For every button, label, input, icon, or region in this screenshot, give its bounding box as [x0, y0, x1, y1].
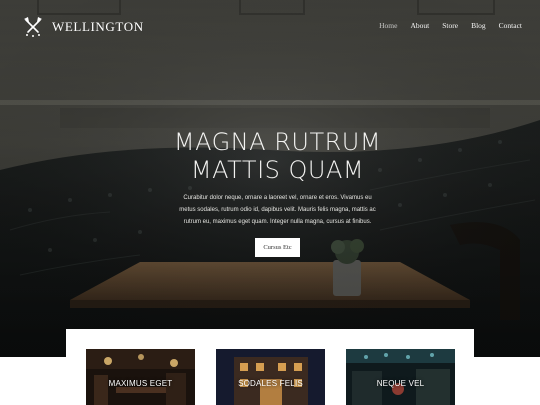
- card-label: SODALES FELIS: [238, 379, 303, 388]
- nav-item-about[interactable]: About: [410, 21, 429, 30]
- card-label: MAXIMUS EGET: [108, 379, 173, 388]
- hero-title-line-1: MAGNA RUTRUM: [173, 128, 382, 156]
- main-nav: Home About Store Blog Contact: [379, 21, 522, 30]
- crossed-axes-icon: [24, 17, 42, 37]
- nav-item-contact[interactable]: Contact: [499, 21, 522, 30]
- hero-description: Curabitur dolor neque, ornare a laoreet …: [179, 195, 376, 225]
- hero-cta-button[interactable]: Cursus Etc: [255, 238, 300, 257]
- hero-title: MAGNA RUTRUM MATTIS QUAM: [150, 128, 405, 184]
- brand-logo[interactable]: WELLINGTON: [22, 15, 144, 39]
- feature-card-neque-vel[interactable]: NEQUE VEL: [346, 349, 455, 405]
- brand-name: WELLINGTON: [52, 19, 144, 34]
- nav-item-home[interactable]: Home: [379, 21, 397, 30]
- card-image-building-night: [216, 349, 325, 405]
- card-image-restaurant-interior: [86, 349, 195, 405]
- nav-item-blog[interactable]: Blog: [471, 21, 486, 30]
- nav-item-store[interactable]: Store: [442, 21, 458, 30]
- hero-title-line-2: MATTIS QUAM: [190, 156, 365, 184]
- card-image-bar-interior: [346, 349, 455, 405]
- feature-card-maximus-eget[interactable]: MAXIMUS EGET: [86, 349, 195, 405]
- hero-section: WELLINGTON Home About Store Blog Contact…: [0, 0, 540, 357]
- card-label: NEQUE VEL: [376, 379, 425, 388]
- hero-content: MAGNA RUTRUM MATTIS QUAM Curabitur dolor…: [150, 128, 405, 257]
- feature-card-sodales-felis[interactable]: SODALES FELIS: [216, 349, 325, 405]
